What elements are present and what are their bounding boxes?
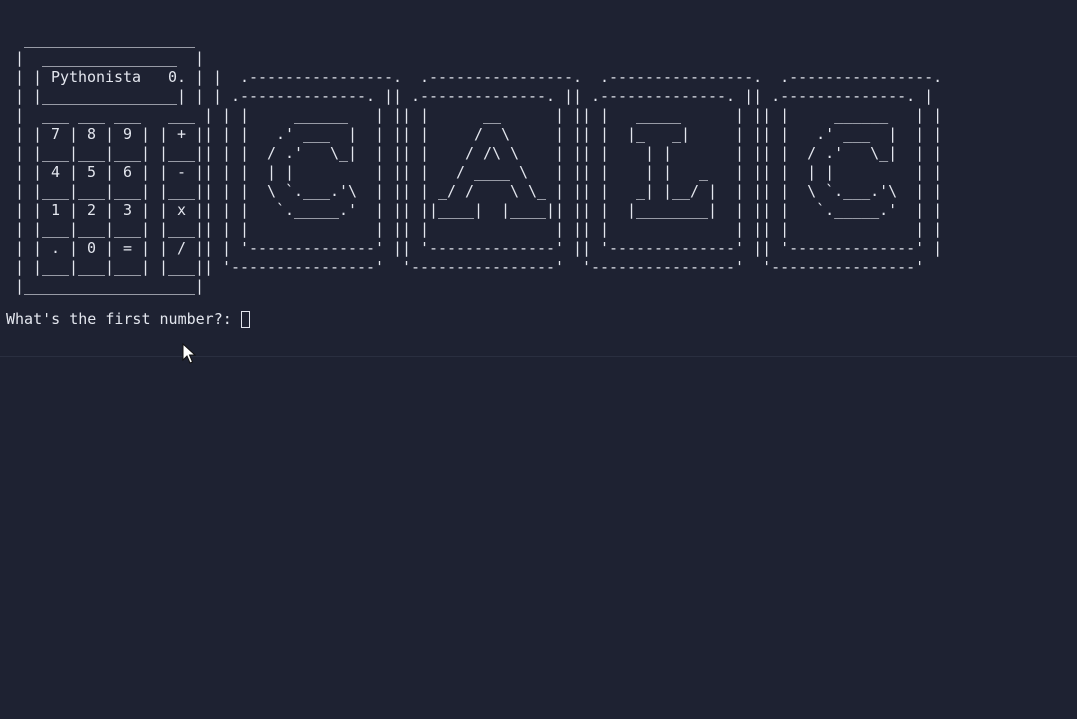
terminal-window[interactable]: ___________________ | _______________ | … xyxy=(0,0,1077,719)
terminal-divider xyxy=(0,356,1077,357)
ascii-calc-banner: ___________________ | _______________ | … xyxy=(15,30,943,295)
input-prompt-line[interactable]: What's the first number?: xyxy=(6,309,250,329)
text-cursor[interactable] xyxy=(240,310,250,328)
prompt-text: What's the first number?: xyxy=(6,310,232,328)
mouse-pointer-icon xyxy=(182,343,196,364)
